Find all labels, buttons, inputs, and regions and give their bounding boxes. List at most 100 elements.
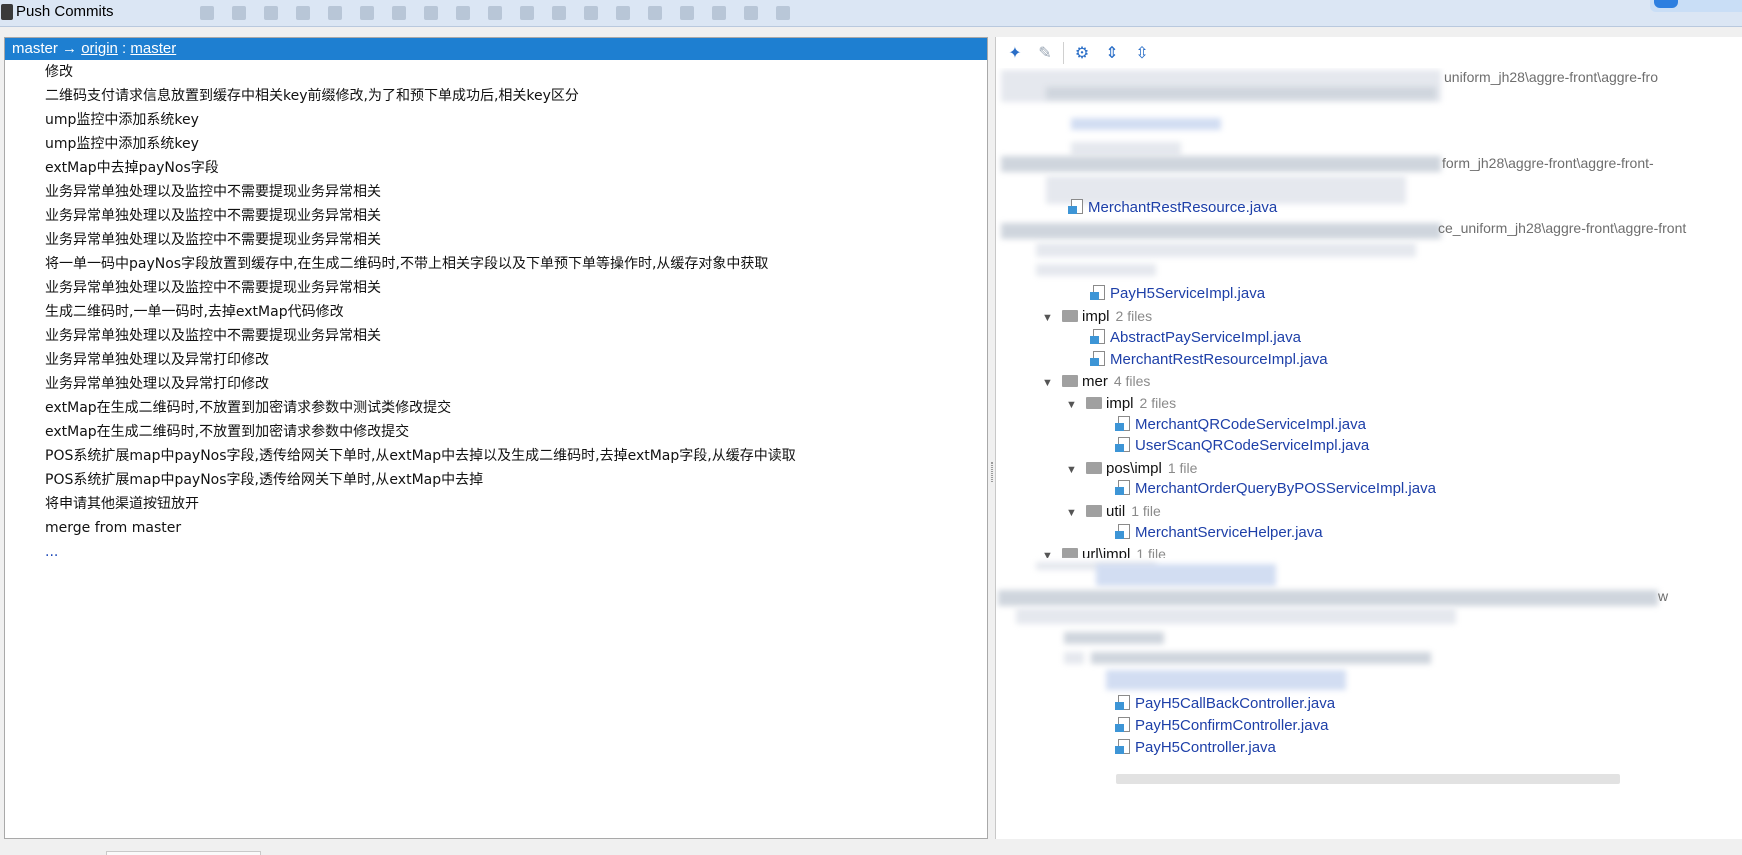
file-name: PayH5Controller.java bbox=[1135, 739, 1276, 756]
redacted-block bbox=[1001, 156, 1441, 172]
corner-widget bbox=[1650, 0, 1742, 12]
title-bar: Push Commits bbox=[0, 0, 1742, 27]
commit-item[interactable]: POS系统扩展map中payNos字段,透传给网关下单时,从extMap中去掉以… bbox=[5, 444, 987, 468]
file-row[interactable]: PayH5ConfirmController.java bbox=[1115, 714, 1328, 738]
chevron-down-icon[interactable]: ▼ bbox=[1066, 501, 1080, 525]
arrow-icon: → bbox=[62, 40, 78, 57]
file-row[interactable]: MerchantRestResource.java bbox=[1068, 196, 1277, 220]
redacted-block bbox=[1106, 670, 1346, 690]
app-icon bbox=[1, 4, 13, 20]
pin-icon[interactable]: ✦ bbox=[1000, 40, 1030, 66]
file-row[interactable]: MerchantOrderQueryByPOSServiceImpl.java bbox=[1115, 477, 1436, 501]
commit-item[interactable]: 生成二维码时,一单一码时,去掉extMap代码修改 bbox=[5, 300, 987, 324]
commit-item[interactable]: 业务异常单独处理以及监控中不需要提现业务异常相关 bbox=[5, 276, 987, 300]
remote-branch-link[interactable]: master bbox=[130, 40, 176, 57]
file-name: MerchantOrderQueryByPOSServiceImpl.java bbox=[1135, 480, 1436, 497]
folder-icon bbox=[1062, 310, 1078, 322]
dir-row-impl[interactable]: ▼ impl 2 files bbox=[1042, 304, 1152, 328]
commit-item[interactable]: 将一单一码中payNos字段放置到缓存中,在生成二维码时,不带上相关字段以及下单… bbox=[5, 252, 987, 276]
file-row[interactable]: PayH5Controller.java bbox=[1115, 736, 1276, 760]
gear-icon[interactable]: ⚙ bbox=[1067, 40, 1097, 66]
commit-item[interactable]: 业务异常单独处理以及监控中不需要提现业务异常相关 bbox=[5, 180, 987, 204]
commit-item[interactable]: 修改 bbox=[5, 60, 987, 84]
commit-item[interactable]: 业务异常单独处理以及监控中不需要提现业务异常相关 bbox=[5, 204, 987, 228]
redacted-block bbox=[998, 590, 1658, 606]
folder-icon bbox=[1086, 397, 1102, 409]
background-toolbar bbox=[200, 6, 860, 20]
collapse-all-icon[interactable]: ⇳ bbox=[1127, 40, 1157, 66]
branch-separator: : bbox=[122, 40, 127, 57]
dir-row-mer-impl[interactable]: ▼ impl 2 files bbox=[1066, 391, 1176, 415]
commit-list: 修改 二维码支付请求信息放置到缓存中相关key前缀修改,为了和预下单成功后,相关k… bbox=[5, 60, 987, 564]
dir-row-url-impl[interactable]: ▼ url\impl 1 file bbox=[1042, 542, 1166, 558]
commit-item[interactable]: 二维码支付请求信息放置到缓存中相关key前缀修改,为了和预下单成功后,相关key… bbox=[5, 84, 987, 108]
java-file-icon bbox=[1115, 480, 1130, 495]
commit-item[interactable]: extMap在生成二维码时,不放置到加密请求参数中修改提交 bbox=[5, 420, 987, 444]
file-name: AbstractPayServiceImpl.java bbox=[1110, 329, 1301, 346]
java-file-icon bbox=[1068, 199, 1083, 214]
file-row[interactable]: PayH5CallBackController.java bbox=[1115, 692, 1335, 716]
edit-source-icon[interactable]: ✎ bbox=[1030, 40, 1060, 66]
chevron-down-icon[interactable]: ▼ bbox=[1042, 371, 1056, 395]
java-file-icon bbox=[1115, 524, 1130, 539]
java-file-icon bbox=[1090, 351, 1105, 366]
commit-item[interactable]: 业务异常单独处理以及异常打印修改 bbox=[5, 348, 987, 372]
commit-item[interactable]: 业务异常单独处理以及异常打印修改 bbox=[5, 372, 987, 396]
folder-icon bbox=[1062, 375, 1078, 387]
changes-tree: uniform_jh28\aggre-front\aggre-fro form_… bbox=[996, 68, 1742, 839]
dir-row-mer[interactable]: ▼ mer 4 files bbox=[1042, 369, 1150, 393]
file-name: UserScanQRCodeServiceImpl.java bbox=[1135, 437, 1370, 454]
file-name: PayH5CallBackController.java bbox=[1135, 695, 1336, 712]
expand-all-icon[interactable]: ⇕ bbox=[1097, 40, 1127, 66]
chevron-down-icon[interactable]: ▼ bbox=[1042, 544, 1056, 558]
commit-item[interactable]: POS系统扩展map中payNos字段,透传给网关下单时,从extMap中去掉 bbox=[5, 468, 987, 492]
show-more-link[interactable]: ... bbox=[5, 540, 987, 564]
chevron-down-icon[interactable]: ▼ bbox=[1066, 458, 1080, 482]
commit-item[interactable]: 将申请其他渠道按钮放开 bbox=[5, 492, 987, 516]
redacted-block bbox=[1071, 118, 1221, 130]
remote-link[interactable]: origin bbox=[81, 40, 118, 57]
java-file-icon bbox=[1115, 739, 1130, 754]
bottom-bar bbox=[0, 839, 1742, 855]
commit-item[interactable]: 业务异常单独处理以及监控中不需要提现业务异常相关 bbox=[5, 324, 987, 348]
java-file-icon bbox=[1115, 437, 1130, 452]
path-tail: uniform_jh28\aggre-front\aggre-fro bbox=[1444, 69, 1659, 85]
file-name: PayH5ConfirmController.java bbox=[1135, 717, 1329, 734]
commit-item[interactable]: merge from master bbox=[5, 516, 987, 540]
file-row[interactable]: UserScanQRCodeServiceImpl.java bbox=[1115, 434, 1369, 458]
commits-panel: master → origin : master 修改 二维码支付请求信息放置到缓… bbox=[4, 37, 988, 839]
commit-item[interactable]: ump监控中添加系统key bbox=[5, 108, 987, 132]
redacted-block bbox=[1001, 223, 1441, 239]
java-file-icon bbox=[1115, 695, 1130, 710]
folder-icon bbox=[1086, 462, 1102, 474]
folder-icon bbox=[1086, 505, 1102, 517]
redacted-block bbox=[1096, 564, 1276, 586]
commit-item[interactable]: ump监控中添加系统key bbox=[5, 132, 987, 156]
chevron-down-icon[interactable]: ▼ bbox=[1042, 306, 1056, 330]
java-file-icon bbox=[1115, 416, 1130, 431]
dir-row-util[interactable]: ▼ util 1 file bbox=[1066, 499, 1161, 523]
window-title: Push Commits bbox=[16, 3, 114, 20]
splitter-grip[interactable] bbox=[991, 462, 993, 482]
chevron-down-icon[interactable]: ▼ bbox=[1066, 393, 1080, 417]
path-tail: w bbox=[1658, 588, 1669, 604]
file-row[interactable]: AbstractPayServiceImpl.java bbox=[1090, 326, 1301, 350]
commit-item[interactable]: extMap中去掉payNos字段 bbox=[5, 156, 987, 180]
redacted-block bbox=[1064, 652, 1084, 664]
redacted-block bbox=[1091, 652, 1431, 664]
java-file-icon bbox=[1115, 717, 1130, 732]
horizontal-scrollbar[interactable] bbox=[1116, 774, 1620, 784]
redacted-block bbox=[1016, 608, 1456, 624]
commit-item[interactable]: extMap在生成二维码时,不放置到加密请求参数中测试类修改提交 bbox=[5, 396, 987, 420]
branch-row[interactable]: master → origin : master bbox=[5, 38, 987, 60]
toolbar-separator bbox=[1063, 41, 1064, 64]
file-row[interactable]: PayH5ServiceImpl.java bbox=[1090, 282, 1265, 306]
commit-item[interactable]: 业务异常单独处理以及监控中不需要提现业务异常相关 bbox=[5, 228, 987, 252]
path-tail: form_jh28\aggre-front\aggre-front- bbox=[1442, 155, 1654, 171]
bottom-tab[interactable] bbox=[106, 851, 261, 855]
redacted-block bbox=[1071, 142, 1181, 156]
changes-panel: ✦ ✎ ⚙ ⇕ ⇳ uniform_jh28\aggre-front\aggre… bbox=[995, 37, 1742, 839]
java-file-icon bbox=[1090, 285, 1105, 300]
file-name: PayH5ServiceImpl.java bbox=[1110, 285, 1266, 302]
folder-icon bbox=[1062, 548, 1078, 558]
